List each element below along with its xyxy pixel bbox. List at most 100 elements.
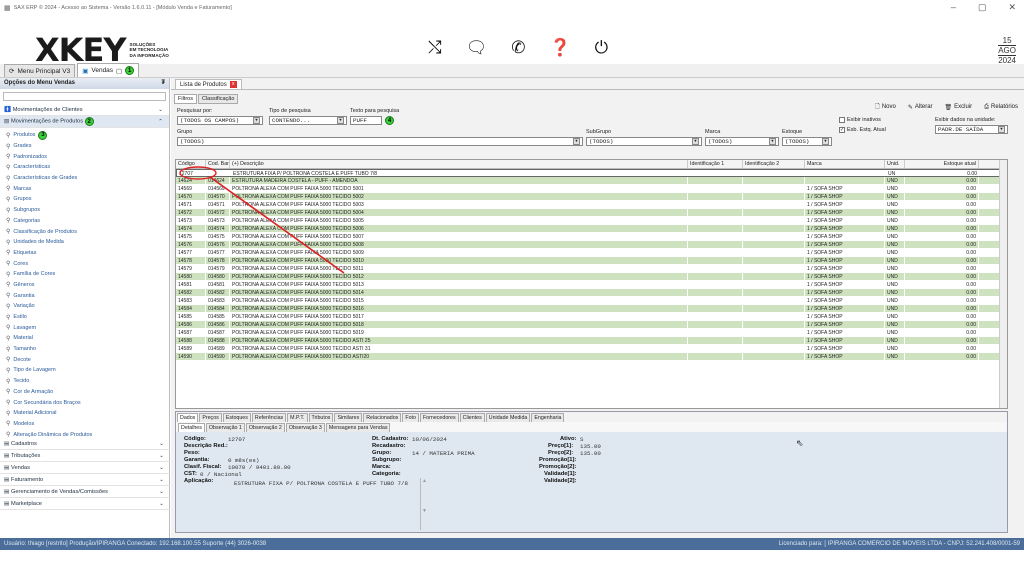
relatorios-button[interactable]: ⎙ Relatórios — [984, 102, 1018, 112]
sidebar-item[interactable]: ⚲ Tipo de Lavagem — [0, 365, 169, 376]
tab-lista-produtos[interactable]: Lista de Produtos x — [175, 79, 242, 89]
chat-icon[interactable]: 🗨 — [466, 38, 488, 58]
sidebar-item[interactable]: ⚲ Decote — [0, 354, 169, 365]
help-icon[interactable]: ❓ — [549, 38, 570, 58]
tab-classificacao[interactable]: Classificação — [197, 94, 239, 104]
sidebar-item[interactable]: ⚲ Garantia — [0, 290, 169, 301]
detail-tab[interactable]: Referências — [251, 413, 287, 422]
search-icon: ⚲ — [6, 186, 11, 193]
shuffle-icon[interactable]: ⤭ — [428, 38, 442, 58]
chevron-down-icon[interactable]: ⌄ — [158, 107, 163, 113]
sidebar-item[interactable]: ⚲ Subgrupos — [0, 205, 169, 216]
sidebar-item[interactable]: ⚲ Família de Cores — [0, 269, 169, 280]
subgrupo-select[interactable]: (TODOS) ▼ — [586, 137, 702, 146]
tab-filtros[interactable]: Filtros — [174, 94, 197, 104]
excluir-button[interactable]: 🗑 Excluir — [945, 102, 973, 112]
tipo-select[interactable]: CONTENDO... ▼ — [269, 116, 347, 125]
sidebar-item[interactable]: ⚲ Características de Grades — [0, 173, 169, 184]
detail-tab[interactable]: Engenharia — [531, 413, 565, 422]
sidebar-group[interactable]: ▤ Vendas ⌄ — [0, 462, 170, 474]
sidebar-item[interactable]: ⚲ Unidades de Medida — [0, 237, 169, 248]
detail-subtab[interactable]: Detalhes — [178, 423, 205, 432]
detail-tab[interactable]: Preços — [199, 413, 222, 422]
search-icon: ⚲ — [6, 218, 11, 225]
marca-select[interactable]: (TODOS) ▼ — [705, 137, 779, 146]
sidebar-item[interactable]: ⚲ Categorias — [0, 216, 169, 227]
power-icon[interactable]: ⏻ — [595, 38, 608, 58]
sidebar-item[interactable]: ⚲ Gêneros — [0, 280, 169, 291]
chevron-down-icon[interactable]: ⌄ — [159, 477, 164, 483]
close-tab-icon[interactable]: ▢ — [116, 67, 122, 75]
chevron-down-icon[interactable]: ⌄ — [159, 441, 164, 447]
detail-tab[interactable]: Unidade Medida — [485, 413, 531, 422]
detail-tab[interactable]: Estoques — [222, 413, 251, 422]
chevron-down-icon[interactable]: ⌄ — [159, 501, 164, 507]
novo-button[interactable]: 🗋 Novo — [875, 102, 896, 112]
sidebar-item[interactable]: ⚲ Marcas — [0, 183, 169, 194]
detail-tab[interactable]: Relacionados — [363, 413, 402, 422]
sidebar-item[interactable]: ⚲ Tamanho — [0, 344, 169, 355]
sidebar-group[interactable]: ▤ Tributações ⌄ — [0, 450, 170, 462]
categoria-label: Categoria: — [372, 471, 401, 477]
exibir-inativos-checkbox[interactable]: Exibir inativos — [839, 117, 881, 123]
whatsapp-icon[interactable]: ✆ — [511, 38, 525, 58]
alterar-button[interactable]: ✎ Alterar — [908, 102, 933, 112]
sidebar-item[interactable]: ⚲ Classificação de Produtos — [0, 226, 169, 237]
sidebar-item[interactable]: ⚲ Tecido — [0, 376, 169, 387]
estoque-select[interactable]: (TODOS) ▼ — [782, 137, 832, 146]
detail-subtab[interactable]: Observação 3 — [285, 423, 325, 432]
maximize-button[interactable]: ▢ — [978, 2, 987, 13]
detail-tab[interactable]: Foto — [402, 413, 419, 422]
texto-input[interactable]: PUFF — [350, 116, 382, 125]
esb-estq-checkbox[interactable]: ✓ Esb. Estq. Atual — [839, 127, 886, 133]
sidebar-group-produtos[interactable]: ▤ Movimentações de Produtos 2 ⌃ — [0, 116, 169, 128]
chevron-down-icon[interactable]: ⌄ — [159, 465, 164, 471]
group-icon: ▤ — [4, 500, 10, 507]
sidebar-item[interactable]: ⚲ Lavagem — [0, 322, 169, 333]
sidebar-group-clientes[interactable]: 🚹 Movimentações de Clientes ⌄ — [0, 104, 169, 116]
sidebar-item[interactable]: ⚲ Etiquetas — [0, 248, 169, 259]
checkbox-label: Exibir inativos — [847, 117, 881, 123]
chevron-down-icon[interactable]: ⌄ — [159, 453, 164, 459]
detail-tab[interactable]: Tributos — [308, 413, 334, 422]
sidebar-item[interactable]: ⚲ Cores — [0, 258, 169, 269]
sidebar-item[interactable]: ⚲ Grupos — [0, 194, 169, 205]
sidebar-group[interactable]: ▤ Marketplace ⌄ — [0, 498, 170, 510]
sidebar-item[interactable]: ⚲ Grades — [0, 141, 169, 152]
pin-icon[interactable]: ₮ — [161, 80, 165, 87]
sidebar-item[interactable]: ⚲ Estilo — [0, 312, 169, 323]
detail-tab[interactable]: Fornecedores — [419, 413, 459, 422]
aplicacao-scrollbar[interactable]: ▲ ▼ — [420, 478, 428, 530]
sidebar-search-input[interactable] — [3, 92, 166, 101]
close-button[interactable]: ✕ — [1008, 2, 1016, 13]
sidebar-item[interactable]: ⚲ Características — [0, 162, 169, 173]
grupo-select[interactable]: (TODOS) ▼ — [177, 137, 583, 146]
close-icon[interactable]: x — [229, 81, 237, 88]
sidebar-item[interactable]: ⚲ Modelos — [0, 419, 169, 430]
detail-tab[interactable]: Clientes — [459, 413, 485, 422]
sidebar-item[interactable]: ⚲ Cor de Armação — [0, 387, 169, 398]
detail-tab[interactable]: Dados — [177, 413, 199, 422]
pesquisar-select[interactable]: (TODOS OS CAMPOS) ▼ — [177, 116, 263, 125]
unidade-select[interactable]: PADR.DE SAÍDA ▼ — [935, 125, 1008, 134]
detail-tab[interactable]: Similares — [334, 413, 363, 422]
sidebar-item[interactable]: ⚲ Material — [0, 333, 169, 344]
sidebar-item[interactable]: ⚲ Cor Secundária dos Braços — [0, 397, 169, 408]
detail-tab[interactable]: M.P.T. — [287, 413, 308, 422]
chevron-up-icon[interactable]: ⌃ — [158, 119, 163, 125]
tab-menu-principal[interactable]: ⟳ Menu Principal V3 — [4, 64, 76, 77]
minimize-button[interactable]: – — [951, 2, 956, 13]
sidebar-item[interactable]: ⚲ Padronizados — [0, 151, 169, 162]
detail-subtab[interactable]: Mensagens para Vendas — [325, 423, 391, 432]
tab-vendas[interactable]: ▣ Vendas ▢ 1 — [77, 63, 140, 77]
sidebar-group[interactable]: ▤ Gerenciamento de Vendas/Comissões ⌄ — [0, 486, 170, 498]
select-value: PADR.DE SAÍDA — [938, 126, 984, 133]
sidebar-group[interactable]: ▤ Cadastros ⌄ — [0, 438, 170, 450]
sidebar-item[interactable]: ⚲ Produtos 3 — [0, 130, 169, 141]
sidebar-item[interactable]: ⚲ Material Adicional — [0, 408, 169, 419]
detail-subtab[interactable]: Observação 2 — [245, 423, 285, 432]
chevron-down-icon[interactable]: ⌄ — [159, 489, 164, 495]
detail-subtab[interactable]: Observação 1 — [205, 423, 245, 432]
sidebar-group[interactable]: ▤ Faturamento ⌄ — [0, 474, 170, 486]
sidebar-item[interactable]: ⚲ Variação — [0, 301, 169, 312]
